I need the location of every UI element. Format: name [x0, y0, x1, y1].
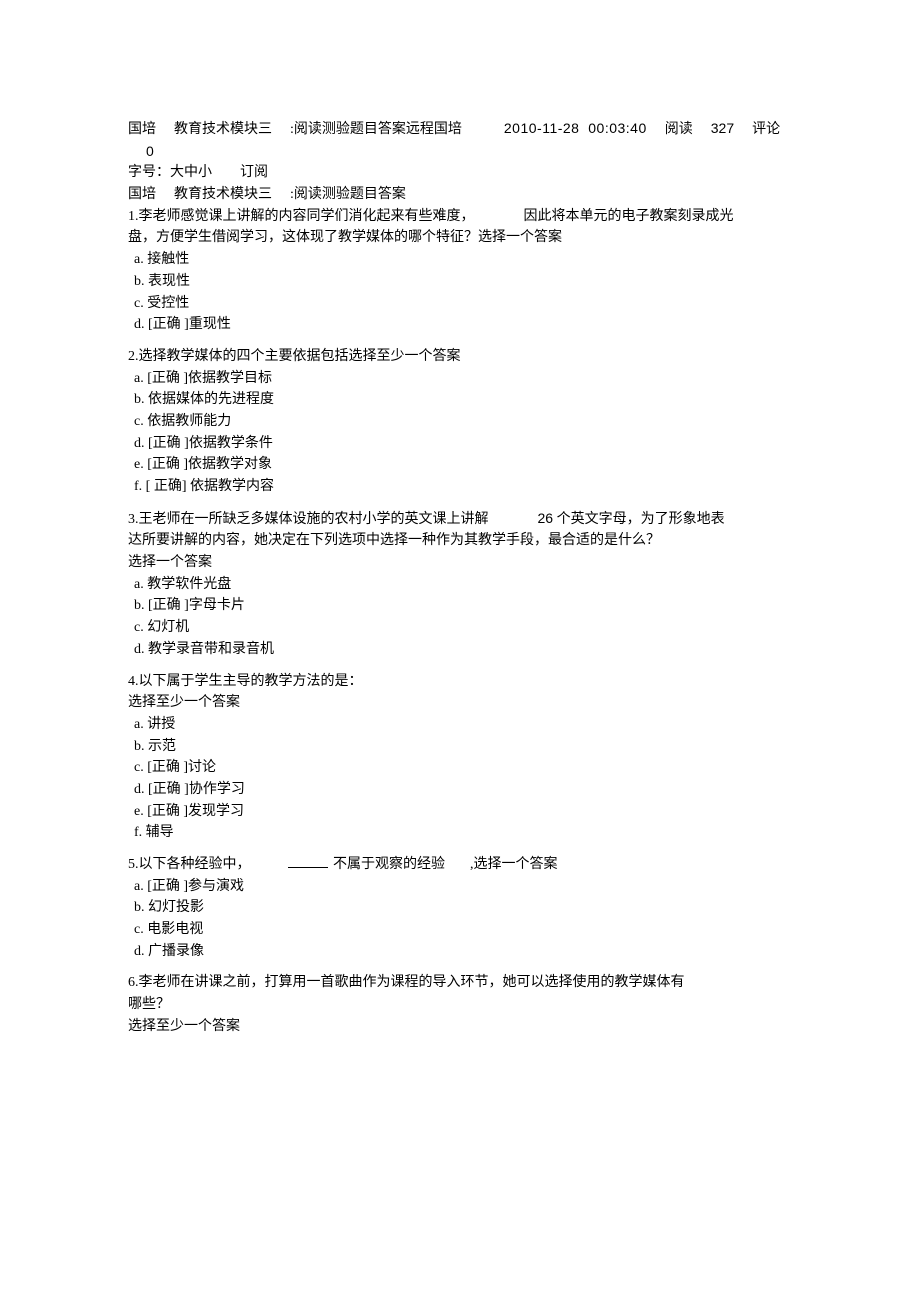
q5-stem-b: 不属于观察的经验	[333, 857, 445, 872]
q2-option-f: f. [ 正确] 依据教学内容	[128, 476, 792, 498]
q4-option-a: a. 讲授	[128, 714, 792, 736]
question-6: 6.李老师在讲课之前，打算用一首歌曲作为课程的导入环节，她可以选择使用的教学媒体…	[128, 972, 792, 1037]
q2-option-c: c. 依据教师能力	[128, 411, 792, 433]
q1-stem-a: 1.李老师感觉课上讲解的内容同学们消化起来有些难度，	[128, 209, 475, 224]
header-timestamp: 2010-11-28 00:03:40	[504, 118, 647, 140]
q3-stem-b: 个英文字母，为了形象地表	[557, 512, 725, 527]
q4-option-d: d. [正确 ]协作学习	[128, 779, 792, 801]
q4-option-b: b. 示范	[128, 736, 792, 758]
q6-stem-b: 哪些？	[128, 994, 792, 1016]
q5-option-d: d. 广播录像	[128, 941, 792, 963]
q6-stem-a: 6.李老师在讲课之前，打算用一首歌曲作为课程的导入环节，她可以选择使用的教学媒体…	[128, 972, 792, 994]
q4-option-e: e. [正确 ]发现学习	[128, 801, 792, 823]
question-3: 3.王老师在一所缺乏多媒体设施的农村小学的英文课上讲解 26 个英文字母，为了形…	[128, 508, 792, 661]
header-module: 教育技术模块三	[174, 119, 272, 141]
q1-option-a: a. 接触性	[128, 249, 792, 271]
q3-option-b: b. [正确 ]字母卡片	[128, 595, 792, 617]
q3-option-a: a. 教学软件光盘	[128, 574, 792, 596]
q1-option-c: c. 受控性	[128, 293, 792, 315]
q2-option-a: a. [正确 ]依据教学目标	[128, 368, 792, 390]
question-5: 5.以下各种经验中， 不属于观察的经验 ,选择一个答案 a. [正确 ]参与演戏…	[128, 854, 792, 962]
read-label: 阅读	[665, 119, 693, 141]
header-line-2: 字号：大中小 订阅	[128, 162, 792, 184]
subscribe-label: 订阅	[240, 162, 268, 184]
q2-option-d: d. [正确 ]依据教学条件	[128, 433, 792, 455]
blank-underline	[288, 867, 328, 868]
q5-stem: 5.以下各种经验中， 不属于观察的经验 ,选择一个答案	[128, 854, 792, 876]
q2-option-e: e. [正确 ]依据教学对象	[128, 454, 792, 476]
header-prefix: 国培	[128, 119, 156, 141]
q4-stem-b: 选择至少一个答案	[128, 692, 792, 714]
q1-option-d: d. [正确 ]重现性	[128, 314, 792, 336]
q5-stem-a: 5.以下各种经验中，	[128, 857, 251, 872]
q2-option-b: b. 依据媒体的先进程度	[128, 389, 792, 411]
header-subtitle: :阅读测验题目答案远程国培	[290, 119, 462, 141]
q4-option-f: f. 辅导	[128, 822, 792, 844]
q1-stem-line1: 1.李老师感觉课上讲解的内容同学们消化起来有些难度， 因此将本单元的电子教案刻录…	[128, 206, 792, 228]
q4-stem-a: 4.以下属于学生主导的教学方法的是：	[128, 671, 792, 693]
q2-stem: 2.选择教学媒体的四个主要依据包括选择至少一个答案	[128, 346, 792, 368]
q3-stem-a: 3.王老师在一所缺乏多媒体设施的农村小学的英文课上讲解	[128, 512, 489, 527]
question-4: 4.以下属于学生主导的教学方法的是： 选择至少一个答案 a. 讲授 b. 示范 …	[128, 671, 792, 845]
q6-stem-c: 选择至少一个答案	[128, 1016, 792, 1038]
q3-stem-line3: 选择一个答案	[128, 552, 792, 574]
q1-option-b: b. 表现性	[128, 271, 792, 293]
q3-stem-num: 26	[538, 510, 554, 526]
read-count: 327	[711, 118, 734, 140]
sub-heading-rest: :阅读测验题目答案	[290, 184, 406, 206]
fontsize-label: 字号：大中小	[128, 162, 212, 184]
q3-option-d: d. 教学录音带和录音机	[128, 639, 792, 661]
q4-option-c: c. [正确 ]讨论	[128, 757, 792, 779]
q1-stem-b: 因此将本单元的电子教案刻录成光	[524, 209, 734, 224]
q3-stem-line2: 达所要讲解的内容，她决定在下列选项中选择一种作为其教学手段，最合适的是什么？	[128, 530, 792, 552]
sub-heading: 国培 教育技术模块三 :阅读测验题目答案	[128, 184, 792, 206]
q5-stem-c: ,选择一个答案	[470, 857, 558, 872]
q3-stem-line1: 3.王老师在一所缺乏多媒体设施的农村小学的英文课上讲解 26 个英文字母，为了形…	[128, 508, 792, 531]
q5-option-a: a. [正确 ]参与演戏	[128, 876, 792, 898]
sub-heading-module: 教育技术模块三	[174, 184, 272, 206]
q3-option-c: c. 幻灯机	[128, 617, 792, 639]
sub-heading-prefix: 国培	[128, 184, 156, 206]
comment-count: 0	[146, 141, 154, 163]
q5-option-b: b. 幻灯投影	[128, 897, 792, 919]
comment-label: 评论	[752, 119, 780, 141]
header-line-1: 国培 教育技术模块三 :阅读测验题目答案远程国培 2010-11-28 00:0…	[128, 118, 792, 162]
document-page: 国培 教育技术模块三 :阅读测验题目答案远程国培 2010-11-28 00:0…	[0, 0, 920, 1303]
q5-option-c: c. 电影电视	[128, 919, 792, 941]
question-2: 2.选择教学媒体的四个主要依据包括选择至少一个答案 a. [正确 ]依据教学目标…	[128, 346, 792, 498]
q1-stem-line2: 盘，方便学生借阅学习，这体现了教学媒体的哪个特征？选择一个答案	[128, 227, 792, 249]
question-1: 1.李老师感觉课上讲解的内容同学们消化起来有些难度， 因此将本单元的电子教案刻录…	[128, 206, 792, 336]
